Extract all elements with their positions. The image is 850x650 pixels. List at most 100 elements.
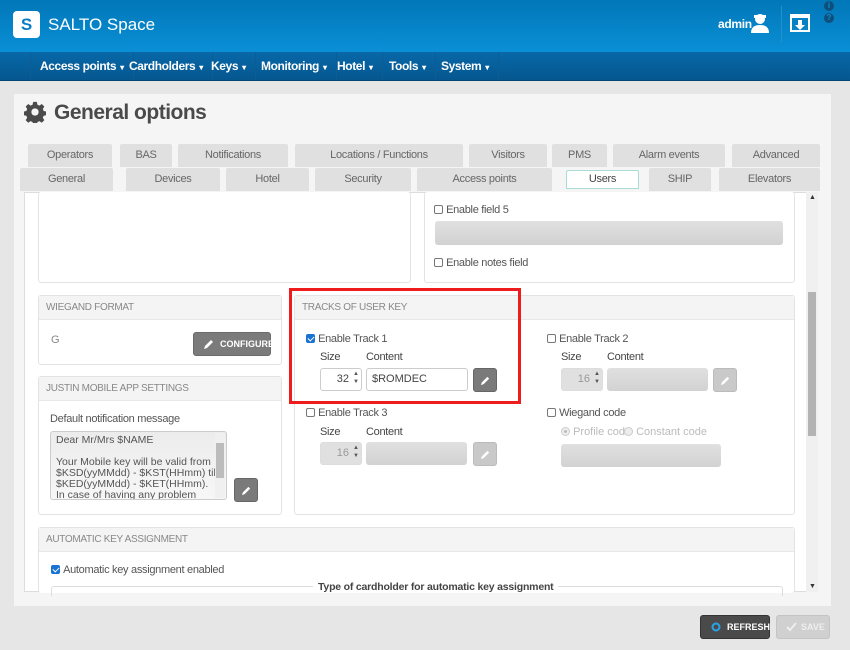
tab-security[interactable]: Security: [315, 168, 411, 191]
wiegand-code-checkbox[interactable]: [547, 408, 556, 417]
configure-label: CONFIGURE: [220, 339, 274, 349]
justin-mobile-panel: JUSTIN MOBILE APP SETTINGS Default notif…: [38, 376, 282, 515]
wiegand-code-label: Wiegand code: [559, 407, 626, 419]
track2-edit-button[interactable]: [713, 368, 737, 392]
nav-access-points[interactable]: Access points ▾: [30, 52, 134, 80]
highlight-box: [289, 288, 521, 404]
tab-bas[interactable]: BAS: [120, 144, 172, 167]
gear-icon: [24, 101, 46, 123]
save-button[interactable]: SAVE: [776, 615, 830, 639]
nav-label: Cardholders: [129, 59, 196, 73]
cardholder-type-legend: Type of cardholder for automatic key ass…: [313, 581, 559, 593]
user-name[interactable]: admin: [718, 17, 752, 31]
user-icon[interactable]: [750, 12, 770, 34]
auto-key-enabled-checkbox[interactable]: [51, 565, 60, 574]
wiegand-format-panel: WIEGAND FORMAT G CONFIGURE: [38, 295, 282, 365]
wiegand-format-title: WIEGAND FORMAT: [39, 296, 281, 320]
download-window-icon[interactable]: [790, 14, 810, 32]
textarea-scroll-thumb[interactable]: [216, 443, 224, 478]
field5-input[interactable]: [435, 221, 783, 245]
nav-label: System: [441, 59, 482, 73]
pencil-icon: [241, 486, 251, 496]
pencil-icon: [204, 340, 213, 349]
profile-code-option[interactable]: Profile code: [561, 426, 631, 438]
track2-size-value: 16: [577, 373, 590, 385]
track3-content-label: Content: [366, 426, 403, 438]
tab-hotel[interactable]: Hotel: [226, 168, 309, 191]
message-line: In case of having any problem please do: [56, 489, 197, 500]
custom-fields-panel: Enable field 5 Enable notes field: [424, 192, 795, 283]
track2-checkbox[interactable]: [547, 334, 556, 343]
info-icon[interactable]: i: [824, 1, 834, 11]
nav-tools[interactable]: Tools ▾: [380, 52, 436, 80]
justin-mobile-title: JUSTIN MOBILE APP SETTINGS: [39, 377, 281, 401]
edit-message-button[interactable]: [234, 478, 258, 502]
pencil-icon: [720, 376, 730, 386]
constant-code-label: Constant code: [636, 426, 707, 438]
tab-locations-functions[interactable]: Locations / Functions: [295, 144, 463, 167]
tab-devices[interactable]: Devices: [126, 168, 220, 191]
textarea-scrollbar[interactable]: [215, 433, 225, 498]
tab-ship[interactable]: SHIP: [649, 168, 711, 191]
scroll-down-icon[interactable]: ▼: [809, 583, 816, 590]
tab-advanced[interactable]: Advanced: [732, 144, 820, 167]
auto-key-title: AUTOMATIC KEY ASSIGNMENT: [39, 528, 794, 552]
wiegand-format-value: G: [51, 334, 60, 346]
track3-size-label: Size: [320, 426, 341, 438]
content-scrollbar[interactable]: ▲ ▼: [806, 192, 818, 592]
pencil-icon: [480, 450, 490, 460]
chevron-down-icon: ▾: [242, 63, 246, 72]
nav-cardholders[interactable]: Cardholders ▾: [120, 52, 213, 80]
wiegand-code-row: Wiegand code: [547, 407, 626, 419]
enable-field5-checkbox[interactable]: [434, 205, 443, 214]
track2-content-input[interactable]: [607, 368, 708, 391]
tab-notifications[interactable]: Notifications: [178, 144, 288, 167]
auto-key-enabled-row: Automatic key assignment enabled: [51, 564, 224, 576]
tab-elevators[interactable]: Elevators: [719, 168, 820, 191]
tab-alarm-events[interactable]: Alarm events: [613, 144, 725, 167]
nav-label: Hotel: [337, 59, 366, 73]
auto-key-enabled-label: Automatic key assignment enabled: [63, 564, 225, 576]
profile-code-label: Profile code: [573, 426, 632, 438]
constant-code-option[interactable]: Constant code: [624, 426, 707, 438]
stepper-arrows-icon[interactable]: ▲ ▼: [353, 444, 359, 460]
stepper-arrows-icon[interactable]: ▲ ▼: [594, 370, 600, 386]
tab-operators[interactable]: Operators: [28, 144, 112, 167]
chevron-down-icon: ▾: [322, 63, 327, 72]
refresh-button[interactable]: REFRESH: [700, 615, 770, 639]
chevron-down-icon: ▾: [485, 63, 489, 72]
configure-button[interactable]: CONFIGURE: [193, 332, 274, 356]
nav-label: Tools: [389, 59, 419, 73]
nav-hotel[interactable]: Hotel ▾: [328, 52, 383, 80]
track3-size-value: 16: [336, 447, 349, 459]
nav-keys[interactable]: Keys ▾: [202, 52, 256, 80]
tab-access-points[interactable]: Access points: [417, 168, 552, 191]
tab-users[interactable]: Users: [566, 170, 639, 189]
notification-message-textarea[interactable]: Dear Mr/Mrs $NAME Your Mobile key will b…: [50, 431, 227, 500]
chevron-down-icon: ▾: [422, 63, 426, 72]
track2-size-stepper[interactable]: 16 ▲ ▼: [561, 368, 603, 391]
enable-notes-label: Enable notes field: [446, 257, 529, 269]
wiegand-code-input[interactable]: [561, 444, 721, 467]
nav-monitoring[interactable]: Monitoring ▾: [252, 52, 337, 80]
tab-visitors[interactable]: Visitors: [469, 144, 547, 167]
nav-label: Monitoring: [261, 59, 319, 73]
nav-system[interactable]: System ▾: [432, 52, 499, 80]
help-icon[interactable]: ?: [824, 13, 834, 23]
page-title: General options: [24, 101, 207, 125]
track3-checkbox[interactable]: [306, 408, 315, 417]
app-title: SALTO Space: [48, 15, 156, 34]
track3-size-stepper[interactable]: 16 ▲ ▼: [320, 442, 362, 465]
scroll-thumb[interactable]: [808, 292, 816, 436]
track3-edit-button[interactable]: [473, 442, 497, 466]
scroll-up-icon[interactable]: ▲: [809, 194, 816, 201]
save-label: SAVE: [801, 622, 825, 632]
profile-code-radio[interactable]: [561, 427, 570, 436]
tab-pms[interactable]: PMS: [552, 144, 607, 167]
tab-general[interactable]: General: [20, 168, 113, 191]
constant-code-radio[interactable]: [624, 427, 633, 436]
track3-content-input[interactable]: [366, 442, 467, 465]
top-bar: S SALTO Space admin i ?: [0, 0, 850, 52]
track3-row: Enable Track 3: [306, 407, 388, 419]
enable-notes-checkbox[interactable]: [434, 258, 443, 267]
